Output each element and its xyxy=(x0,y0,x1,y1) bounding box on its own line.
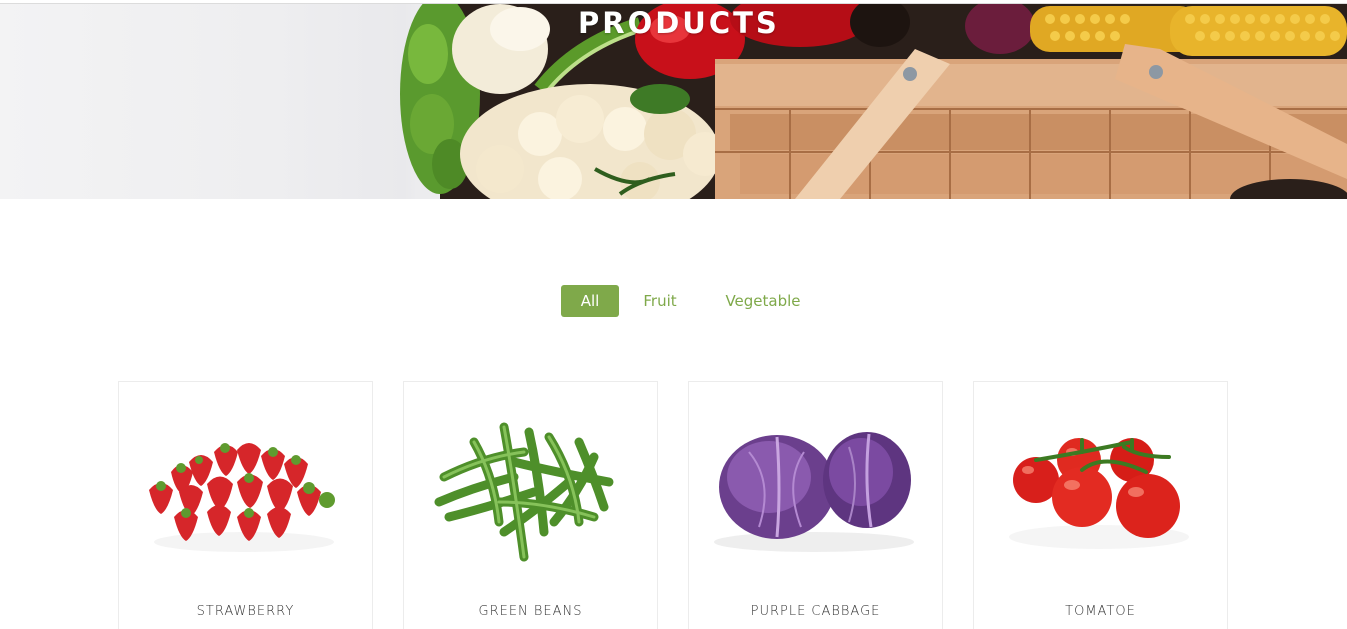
product-name: GREEN BEANS xyxy=(478,604,583,619)
product-name: TOMATOE xyxy=(1065,604,1136,619)
category-filter-tabs: All Fruit Vegetable xyxy=(0,285,1347,319)
hero-banner: PRODUCTS xyxy=(0,3,1347,199)
product-name: PURPLE CABBAGE xyxy=(750,604,881,619)
product-card-purple-cabbage[interactable]: PURPLE CABBAGE xyxy=(688,381,943,629)
strawberry-image xyxy=(149,443,335,552)
page: PRODUCTS All Fruit Vegetable STRAWBERRY … xyxy=(0,0,1347,629)
filter-tab-all[interactable]: All xyxy=(561,285,619,317)
tomato-image xyxy=(1009,438,1189,549)
purple-cabbage-image xyxy=(714,432,914,552)
page-title: PRODUCTS xyxy=(578,6,780,40)
corn-shape xyxy=(1030,6,1347,56)
product-card-tomatoe[interactable]: TOMATOE xyxy=(973,381,1228,629)
product-card-strawberry[interactable]: STRAWBERRY xyxy=(118,381,373,629)
green-beans-image xyxy=(434,422,614,562)
filter-tab-vegetable[interactable]: Vegetable xyxy=(716,285,810,317)
product-card-green-beans[interactable]: GREEN BEANS xyxy=(403,381,658,629)
tomato-cluster xyxy=(1013,438,1180,538)
cabbage-left xyxy=(719,435,835,539)
basket-shape xyxy=(715,44,1347,199)
filter-tab-fruit[interactable]: Fruit xyxy=(636,285,684,317)
cabbage-right xyxy=(823,432,911,528)
product-name: STRAWBERRY xyxy=(196,604,295,619)
